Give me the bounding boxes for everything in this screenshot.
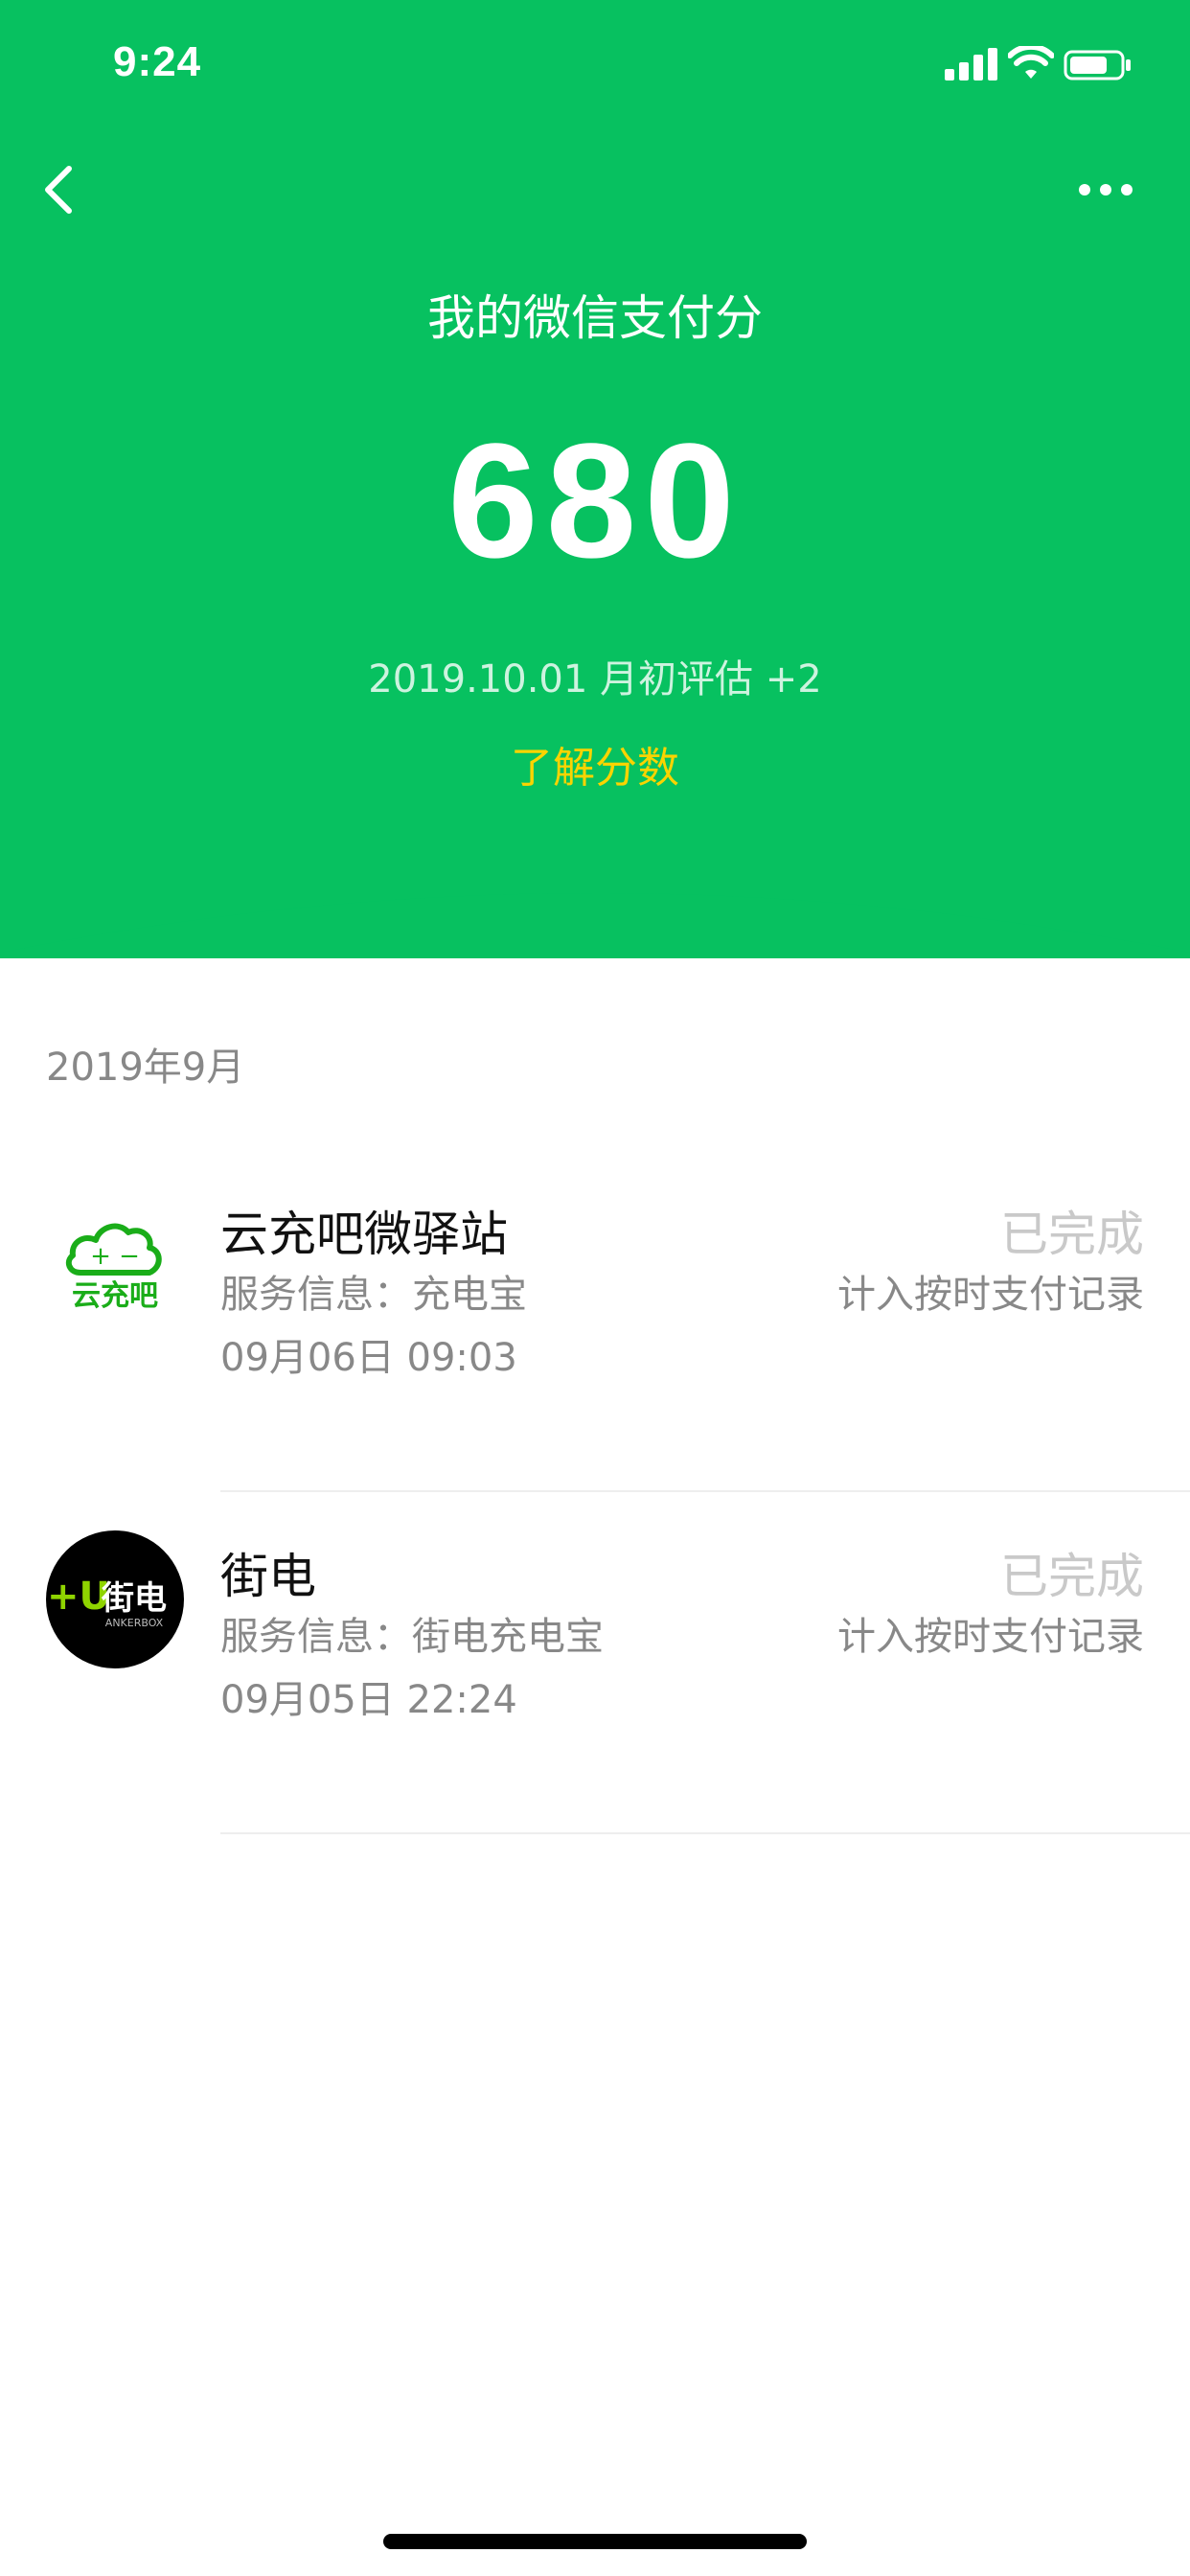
score-value: 680 [447,410,743,592]
order-time: 09月06日 09:03 [220,1336,517,1380]
status-icons [883,46,1133,84]
divider [220,1832,1190,1834]
cloud-icon: + − 云充吧 [65,1223,162,1313]
status-time: 9:24 [113,38,202,85]
service-info: 服务信息：充电宝 [220,1273,527,1317]
merchant-name: 街电 [220,1549,316,1604]
merchant-logo-yunchongba: + − 云充吧 [46,1188,184,1326]
chevron-left-icon [45,166,72,214]
more-button[interactable] [1067,163,1144,217]
logo-text: 街电 [101,1579,167,1618]
list-item[interactable]: +U 街电 ANKERBOX 街电 服务信息：街电充电宝 09月05日 22:2… [0,1492,1190,1834]
learn-score-link[interactable]: 了解分数 [0,733,1190,794]
jiedian-logo-icon: +U 街电 ANKERBOX [47,1575,167,1629]
record-note: 计入按时支付记录 [837,1273,1144,1317]
record-note: 计入按时支付记录 [837,1615,1144,1659]
back-button[interactable] [31,159,88,220]
battery-icon [1064,50,1131,80]
logo-text: 云充吧 [72,1279,158,1313]
score-change-note: 2019.10.01 月初评估 +2 [368,657,822,702]
merchant-name: 云充吧微驿站 [220,1207,508,1262]
wechat-pay-score-page: 9:24 我的微信支付分 680 2019.10.01 月初评估 +2 了解分数… [0,0,1190,2576]
home-indicator[interactable] [383,2534,807,2549]
page-title: 我的微信支付分 [427,290,763,346]
month-label: 2019年9月 [46,1046,245,1090]
header-curve [0,862,1190,953]
records-list: + − 云充吧 云充吧微驿站 服务信息：充电宝 09月06日 09:03 已完成… [0,1150,1190,1834]
order-status: 已完成 [1000,1549,1144,1604]
service-info: 服务信息：街电充电宝 [220,1615,604,1659]
order-status: 已完成 [1000,1207,1144,1262]
wifi-icon [1008,46,1054,79]
logo-symbols: + − [90,1242,140,1271]
order-time: 09月05日 22:24 [220,1678,517,1722]
logo-sub: ANKERBOX [105,1617,164,1629]
list-item[interactable]: + − 云充吧 云充吧微驿站 服务信息：充电宝 09月06日 09:03 已完成… [0,1150,1190,1492]
cellular-signal-icon [945,48,997,80]
more-dots-icon [1079,184,1133,196]
merchant-logo-jiedian: +U 街电 ANKERBOX [46,1530,184,1668]
